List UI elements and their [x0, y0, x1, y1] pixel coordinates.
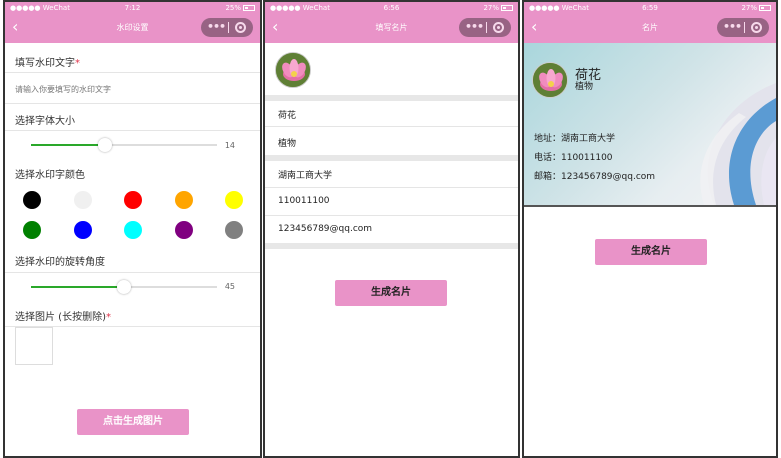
generate-image-button[interactable]: 点击生成图片 [77, 409, 189, 435]
section-divider [265, 243, 518, 249]
status-bar: ●●●●● WeChat 6:56 27% [265, 2, 518, 14]
generate-card-button[interactable]: 生成名片 [595, 239, 707, 265]
email-input[interactable]: 123456789@qq.com [278, 224, 372, 234]
divider [265, 215, 518, 216]
watermark-text-label: 填写水印文字* [15, 58, 80, 69]
card-category: 植物 [575, 82, 594, 92]
divider [5, 130, 260, 131]
required-mark: * [105, 312, 111, 323]
divider [5, 103, 260, 104]
color-swatch[interactable] [23, 191, 41, 209]
status-time: 6:56 [383, 4, 400, 12]
status-time: 6:59 [642, 4, 658, 12]
close-program-icon[interactable] [751, 22, 762, 33]
slider-fill [31, 144, 106, 146]
section-divider [265, 155, 518, 161]
color-swatch[interactable] [74, 191, 92, 209]
color-swatch[interactable] [175, 221, 193, 239]
battery-icon [243, 5, 255, 11]
watermark-text-input[interactable]: 请输入你要填写的水印文字 [15, 84, 111, 95]
font-size-slider[interactable] [31, 138, 217, 152]
category-input[interactable]: 植物 [278, 136, 296, 149]
close-program-icon[interactable] [493, 22, 504, 33]
color-swatch[interactable] [124, 221, 142, 239]
avatar-lotus-image[interactable] [275, 52, 311, 88]
rotation-value: 45 [224, 282, 235, 291]
color-swatch[interactable] [175, 191, 193, 209]
mini-program-capsule: ••• [717, 18, 769, 37]
name-input[interactable]: 荷花 [278, 108, 296, 121]
font-size-value: 14 [224, 141, 235, 150]
image-label: 选择图片 (长按删除)* [15, 312, 111, 323]
status-bar: ●●●●● WeChat 7:12 25% [5, 2, 260, 14]
watermark-settings-screen: ●●●●● WeChat 7:12 25% ‹ 水印设置 ••• 填写水印文字*… [3, 0, 262, 458]
color-swatch[interactable] [124, 191, 142, 209]
lotus-flower-icon [276, 53, 310, 87]
mini-program-capsule: ••• [201, 18, 253, 37]
battery-icon [501, 5, 513, 11]
battery-icon [759, 5, 771, 11]
required-mark: * [75, 58, 80, 69]
rotation-label: 选择水印的旋转角度 [15, 257, 105, 268]
card-address: 地址：湖南工商大学 [534, 134, 616, 144]
phone-input[interactable]: 110011100 [278, 196, 330, 206]
more-icon[interactable]: ••• [723, 20, 742, 33]
nav-bar: ‹ 名片 ••• [524, 14, 776, 43]
card-phone: 电话：110011100 [534, 153, 613, 163]
nav-bar: ‹ 填写名片 ••• [265, 14, 518, 43]
card-avatar-lotus-image [532, 62, 568, 98]
color-swatch[interactable] [23, 221, 41, 239]
font-size-label: 选择字体大小 [15, 116, 75, 127]
slider-fill [31, 286, 124, 288]
section-divider [265, 95, 518, 101]
color-swatch[interactable] [74, 221, 92, 239]
divider [5, 72, 260, 73]
nav-bar: ‹ 水印设置 ••• [5, 14, 260, 43]
battery-percent: 27% [483, 4, 499, 12]
image-picker[interactable] [15, 327, 53, 365]
address-input[interactable]: 湖南工商大学 [278, 168, 332, 181]
color-swatch[interactable] [225, 191, 243, 209]
generate-card-button[interactable]: 生成名片 [335, 280, 447, 306]
slider-handle[interactable] [117, 280, 131, 294]
business-card-screen: ●●●●● WeChat 6:59 27% ‹ 名片 ••• 荷花 植物 地址：… [522, 0, 778, 458]
status-bar: ●●●●● WeChat 6:59 27% [524, 2, 776, 14]
divider [5, 272, 260, 273]
divider [265, 187, 518, 188]
slider-handle[interactable] [98, 138, 113, 152]
card-bottom-border [524, 205, 776, 207]
more-icon[interactable]: ••• [465, 20, 484, 33]
battery-percent: 27% [741, 4, 757, 12]
more-icon[interactable]: ••• [207, 20, 226, 33]
fill-card-screen: ●●●●● WeChat 6:56 27% ‹ 填写名片 ••• 荷花 植物 湖… [263, 0, 520, 458]
color-label: 选择水印字颜色 [15, 170, 85, 181]
mini-program-capsule: ••• [459, 18, 511, 37]
close-program-icon[interactable] [235, 22, 246, 33]
rotation-slider[interactable] [31, 280, 217, 294]
battery-percent: 25% [225, 4, 241, 12]
status-time: 7:12 [124, 4, 141, 12]
color-swatch[interactable] [225, 221, 243, 239]
divider [265, 126, 518, 127]
business-card: 荷花 植物 地址：湖南工商大学 电话：110011100 邮箱：12345678… [524, 43, 776, 205]
card-email: 邮箱：123456789@qq.com [534, 172, 656, 182]
